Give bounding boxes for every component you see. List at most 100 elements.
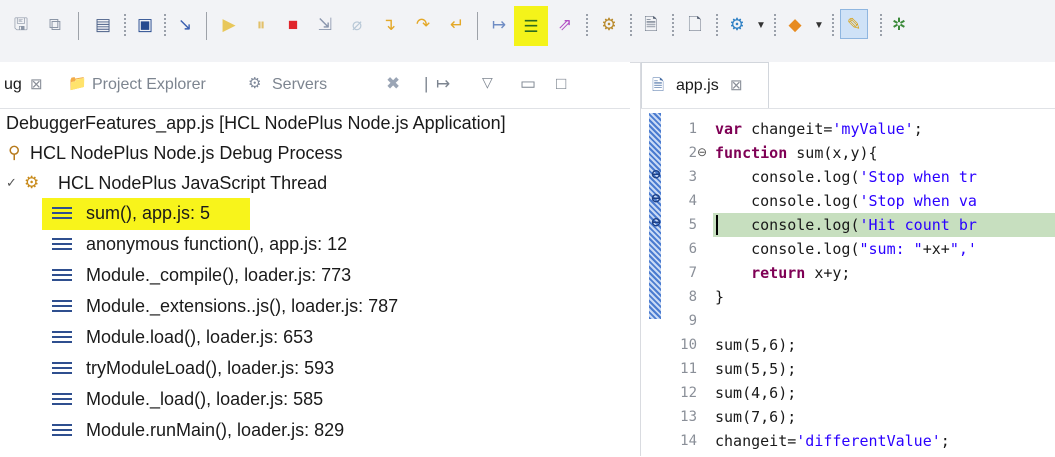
highlight-icon[interactable]: ✎ [840,9,868,39]
toolbar-separator [477,12,478,40]
drop-to-frame-icon[interactable]: ↦ [486,11,512,37]
line-number: 10 [680,337,697,353]
code-string: 'Hit count br [859,216,977,234]
chevron-down-icon[interactable]: ▼ [814,20,824,31]
stack-frame-label: Module.runMain(), loader.js: 829 [86,420,345,440]
code-editor[interactable]: ⊖ ⊖ ⊖ 1 var changeit='myValue'; 2 ⊖ function… [641,108,1055,457]
js-file-icon: 🗎 [652,77,665,94]
stack-frame-label: Module._load(), loader.js: 585 [86,389,324,409]
servers-icon: ⚙ [248,75,262,92]
drop-frame-icon[interactable]: ↦ [436,74,450,94]
code-line: sum(4,6); [715,381,796,405]
process-label: HCL NodePlus Node.js Debug Process [30,143,343,163]
close-icon[interactable]: ⊠ [30,75,43,93]
launch-label: DebuggerFeatures_app.js [HCL NodePlus No… [6,113,506,133]
stack-frame-icon [52,300,72,313]
breakpoint-icon[interactable]: ⊖ [651,215,661,229]
process-icon: ⚲ [8,143,21,162]
thread-icon: ⚙ [24,173,40,192]
tab-servers[interactable]: Servers [272,76,327,94]
clear-icon[interactable]: ↘ [172,11,198,37]
code-string: ",' [949,240,977,258]
toolbar-grip [164,14,166,36]
code-line: } [715,285,724,309]
disconnect-icon[interactable]: ⇲ [312,11,338,37]
skip-breakpoints-icon[interactable]: ⌀ [344,11,370,37]
line-number: 5 [688,217,697,233]
toolbar-grip [124,14,126,36]
chevron-down-icon[interactable]: ✓ [6,168,17,198]
code-text: } [715,288,725,306]
line-number: 9 [688,313,697,329]
code-string: 'Stop when va [859,192,977,210]
show-stack-frames-icon[interactable]: ☰ [514,6,548,46]
toolbar-grip [832,14,834,36]
code-keyword: function [715,144,788,162]
binary-icon[interactable]: ▤ [90,11,116,37]
tab-app-js[interactable]: 🗎 app.js ⊠ [641,62,769,108]
line-number: 2 [688,145,697,161]
code-string: 'Stop when tr [859,168,977,186]
code-line: console.log('Hit count br [715,213,977,237]
code-text: ; [940,432,950,450]
line-number: 4 [688,193,697,209]
line-number: 8 [688,289,697,305]
code-line: return x+y; [715,261,850,285]
line-number: 11 [680,361,697,377]
stack-frame-icon [52,269,72,282]
terminate-icon[interactable]: ■ [280,11,306,37]
save-icon[interactable]: 🖫 [8,11,34,37]
step-over-icon[interactable]: ↷ [410,11,436,37]
minimize-icon[interactable]: ▭ [520,74,536,94]
new-file-icon[interactable]: 🗋 [682,11,708,37]
step-into-icon[interactable]: ↴ [376,11,402,37]
code-text: +x+ [922,240,950,258]
fold-toggle-icon[interactable]: ⊖ [697,145,707,159]
code-text: x+y; [805,264,851,282]
remove-all-terminated-icon[interactable]: ✖ [386,74,400,94]
stack-frame-icon [52,393,72,406]
code-line: sum(7,6); [715,405,796,429]
save-all-icon[interactable]: ⧉ [42,11,68,37]
stack-frame-label: Module.load(), loader.js: 653 [86,327,314,347]
code-text: console.log( [715,240,860,258]
more-icon[interactable]: ✲ [886,11,912,37]
close-icon[interactable]: ⊠ [730,76,743,94]
toolbar-grip [630,14,632,36]
editor-tab-label: app.js [676,77,719,94]
breakpoint-icon[interactable]: ⊖ [651,191,661,205]
code-text: changeit= [715,432,797,450]
code-text: sum(x,y){ [787,144,878,162]
editor-tabbar: 🗎 app.js ⊠ [641,62,1055,108]
view-menu-icon[interactable]: ▽ [482,74,493,91]
suspend-icon[interactable]: ⏸ [248,11,274,37]
stack-frame-label: tryModuleLoad(), loader.js: 593 [86,358,335,378]
filter-icon[interactable]: ⚙ [596,11,622,37]
code-line: console.log("sum: "+x+",' [715,237,977,261]
package-icon[interactable]: ◆ [782,11,808,37]
maximize-icon[interactable]: □ [556,74,566,94]
step-return-icon[interactable]: ↵ [444,11,470,37]
open-file-icon[interactable]: 🗎 [638,11,664,37]
breakpoint-icon[interactable]: ⊖ [651,167,661,181]
code-text: sum(7,6); [715,408,797,426]
tab-project-explorer[interactable]: Project Explorer [92,76,206,94]
toolbar-grip [716,14,718,36]
code-text: sum(4,6); [715,384,797,402]
code-line: function sum(x,y){ [715,141,878,165]
code-string: "sum: " [859,240,923,258]
stack-frame-icon [52,362,72,375]
code-text: sum(5,6); [715,336,797,354]
run-icon[interactable]: ⚙ [724,11,750,37]
resume-icon[interactable]: ▶ [216,11,242,37]
console-icon[interactable]: ▣ [132,11,158,37]
code-text: console.log( [715,168,860,186]
chevron-down-icon[interactable]: ▼ [756,20,766,31]
use-step-filters-icon[interactable]: ⇗ [552,11,578,37]
debug-view: ug ⊠ 📁 Project Explorer ⚙ Servers ✖ | ↦ … [0,62,630,456]
line-number: 1 [688,121,697,137]
tab-debug[interactable]: ug [4,76,22,94]
code-keyword: var [715,120,743,138]
code-line: console.log('Stop when va [715,189,977,213]
